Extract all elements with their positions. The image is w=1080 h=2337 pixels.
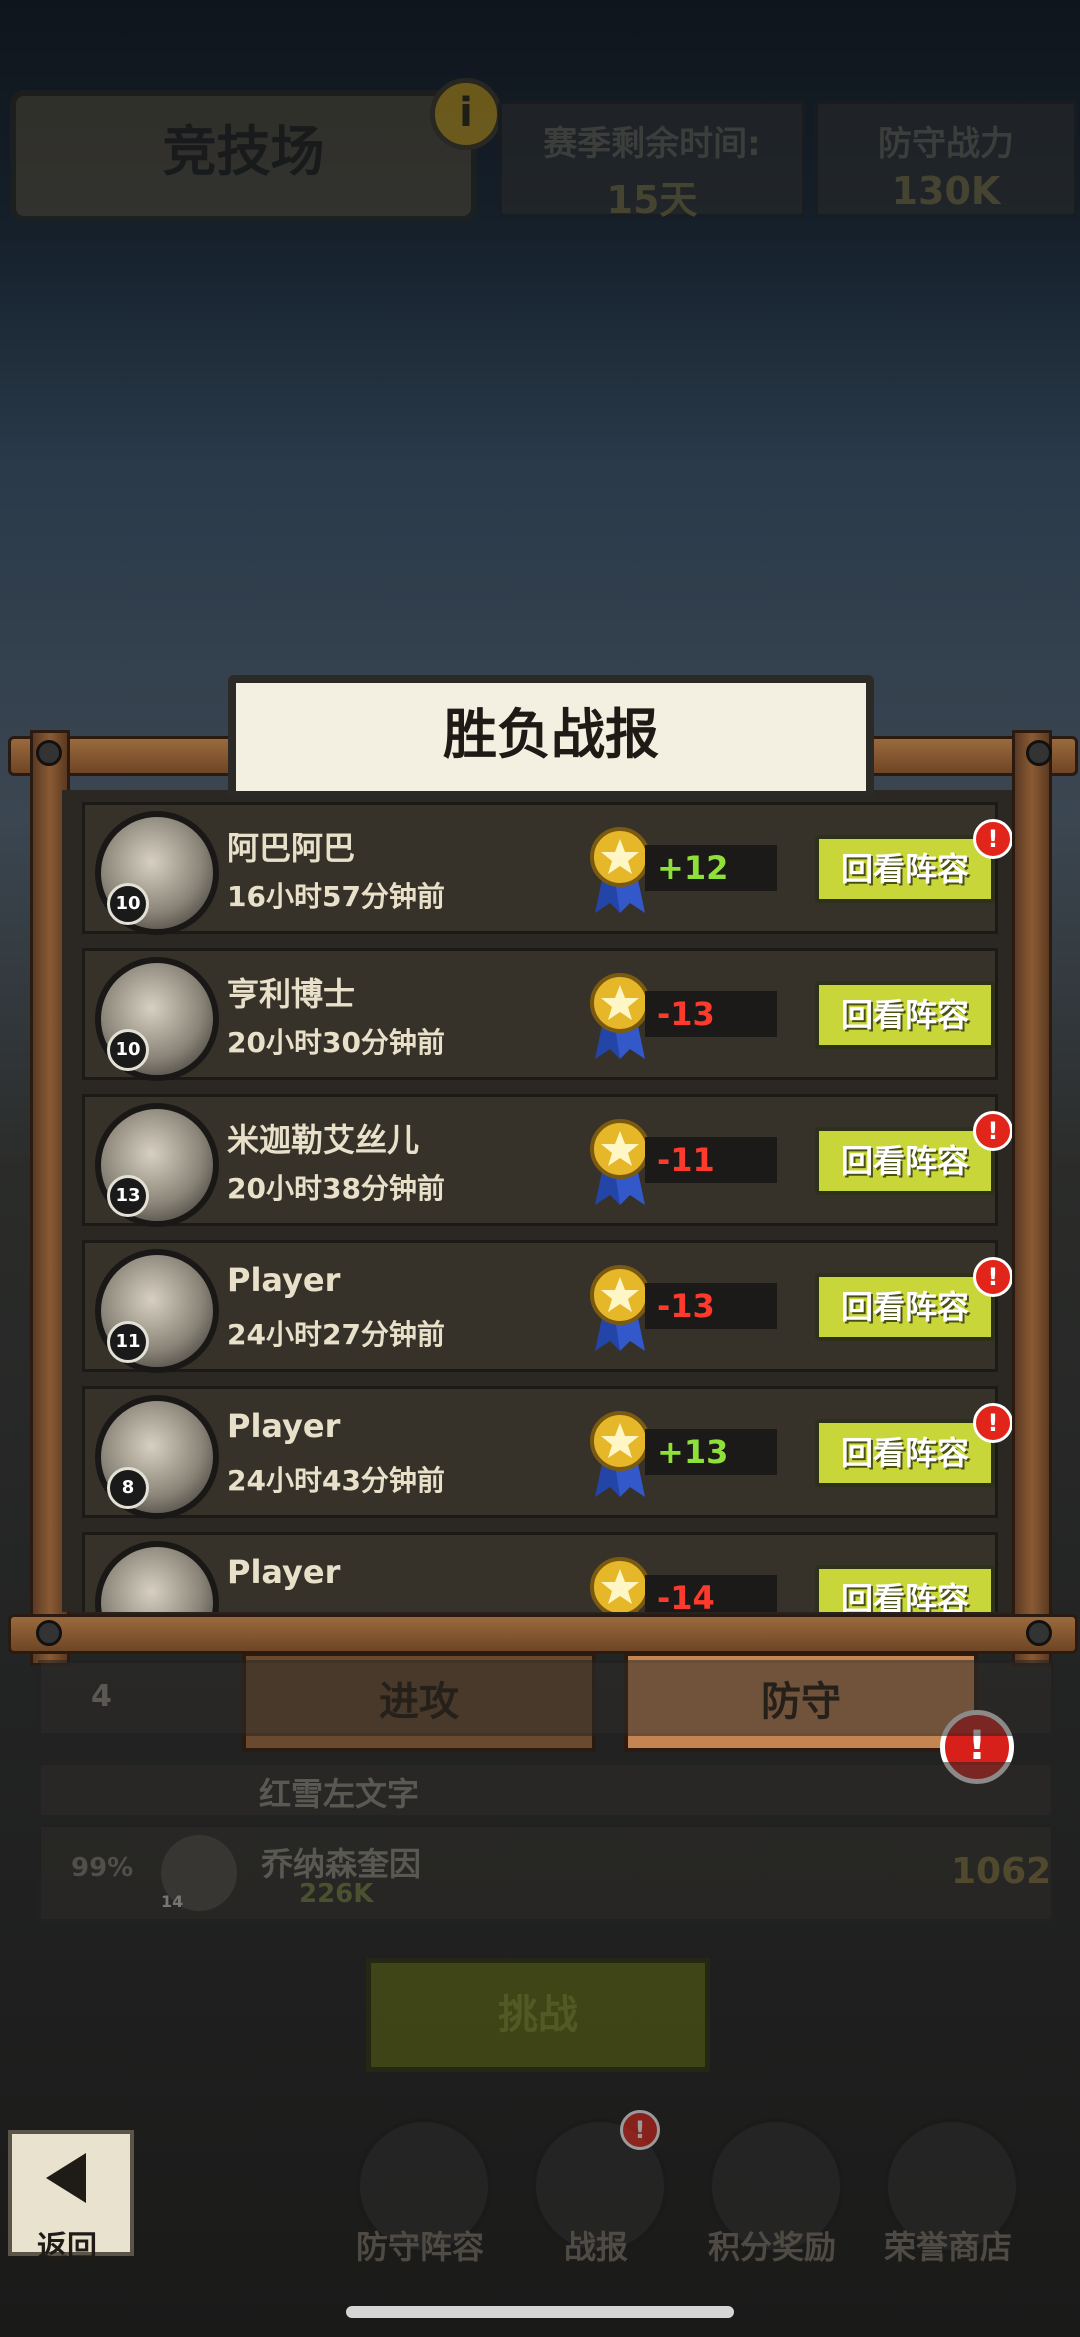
- score-change: -13: [645, 1283, 777, 1329]
- score-change: -14: [645, 1575, 777, 1612]
- review-lineup-button[interactable]: 回看阵容: [815, 981, 995, 1049]
- opponent-name: Player: [227, 1261, 341, 1299]
- report-row: 13 米迦勒艾丝儿 20小时38分钟前 -11 回看阵容 !: [82, 1094, 1012, 1227]
- opponent-avatar: 11: [95, 1249, 219, 1373]
- info-icon[interactable]: i: [430, 78, 502, 150]
- ranking-row: 99% 14 乔纳森奎因 226K 1062: [38, 1824, 1054, 1922]
- ranking-power: 226K: [299, 1879, 374, 1909]
- frame-bottom-beam: [8, 1614, 1078, 1654]
- defense-power: 防守战力 130K: [814, 100, 1078, 218]
- review-lineup-button[interactable]: 回看阵容: [815, 1565, 995, 1612]
- ranking-row: 4: [38, 1660, 1054, 1736]
- opponent-name: Player: [227, 1407, 341, 1445]
- opponent-avatar: 13: [95, 1103, 219, 1227]
- arena-title: 竞技场: [10, 90, 477, 222]
- back-label: 返回: [37, 2230, 97, 2265]
- score-change: -11: [645, 1137, 777, 1183]
- level-badge: 11: [107, 1321, 149, 1363]
- nav-label-battle-report: 战报: [563, 2228, 628, 2266]
- report-row: 8 Player 24小时43分钟前 +13 回看阵容 !: [82, 1386, 1012, 1519]
- level-badge: 10: [107, 1029, 149, 1071]
- opponent-name: Player: [227, 1553, 341, 1591]
- report-row: Player -14 回看阵容: [82, 1532, 998, 1612]
- alert-icon: !: [620, 2110, 660, 2150]
- home-indicator[interactable]: [346, 2306, 734, 2318]
- season-value: 15天: [606, 178, 698, 222]
- nav-label-points-reward: 积分奖励: [707, 2228, 836, 2266]
- opponent-name: 阿巴阿巴: [227, 829, 356, 867]
- level-badge: 10: [107, 883, 149, 925]
- nail-icon: [1026, 740, 1052, 766]
- ranking-name: 红雪左文字: [259, 1775, 420, 1813]
- score-change: +12: [645, 845, 777, 891]
- frame-right-post: [1012, 730, 1052, 1666]
- review-lineup-button[interactable]: 回看阵容: [815, 835, 995, 903]
- opponent-avatar: 8: [95, 1395, 219, 1519]
- score-change: +13: [645, 1429, 777, 1475]
- opponent-avatar: [95, 1541, 219, 1612]
- nail-icon: [1026, 1620, 1052, 1646]
- dialog-title: 胜负战报: [228, 675, 874, 799]
- nail-icon: [36, 1620, 62, 1646]
- score-change: -13: [645, 991, 777, 1037]
- nav-label-defense-lineup: 防守阵容: [355, 2228, 484, 2266]
- report-time: 20小时38分钟前: [227, 1172, 445, 1205]
- opponent-avatar: 10: [95, 957, 219, 1081]
- alert-icon: !: [973, 819, 1012, 859]
- nail-icon: [36, 740, 62, 766]
- rank-percent: 99%: [71, 1853, 134, 1883]
- rank-value: 4: [91, 1679, 112, 1714]
- report-row: 10 亨利博士 20小时30分钟前 -13 回看阵容: [82, 948, 998, 1081]
- opponent-avatar: 10: [95, 811, 219, 935]
- header: 竞技场 i 赛季剩余时间: 15天 防守战力 130K: [0, 0, 1080, 240]
- level-badge: 14: [161, 1892, 184, 1911]
- back-arrow-icon: [46, 2153, 86, 2203]
- review-lineup-button[interactable]: 回看阵容: [815, 1273, 995, 1341]
- level-badge: 13: [107, 1175, 149, 1217]
- season-label: 赛季剩余时间:: [543, 124, 761, 164]
- review-lineup-button[interactable]: 回看阵容: [815, 1127, 995, 1195]
- alert-icon: !: [973, 1111, 1012, 1151]
- defense-label: 防守战力: [878, 124, 1014, 164]
- report-time: 24小时27分钟前: [227, 1318, 445, 1351]
- review-lineup-button[interactable]: 回看阵容: [815, 1419, 995, 1487]
- ranking-avatar: 14: [161, 1835, 237, 1911]
- battle-report-list[interactable]: 10 阿巴阿巴 16小时57分钟前 +12 回看阵容 ! 10 亨利博士 20小…: [62, 790, 1012, 1612]
- challenge-button[interactable]: 挑战: [366, 1958, 710, 2072]
- level-badge: 8: [107, 1467, 149, 1509]
- alert-icon: !: [973, 1403, 1012, 1443]
- report-row: 11 Player 24小时27分钟前 -13 回看阵容 !: [82, 1240, 1012, 1373]
- season-timer: 赛季剩余时间: 15天: [498, 100, 806, 222]
- defense-value: 130K: [891, 169, 1001, 213]
- report-time: 20小时30分钟前: [227, 1026, 445, 1059]
- nav-label-honor-shop: 荣誉商店: [883, 2228, 1012, 2266]
- ranking-row: 红雪左文字: [38, 1762, 1054, 1818]
- report-time: 24小时43分钟前: [227, 1464, 445, 1497]
- report-row: 10 阿巴阿巴 16小时57分钟前 +12 回看阵容 !: [82, 802, 1012, 935]
- report-time: 16小时57分钟前: [227, 880, 445, 913]
- alert-icon: !: [973, 1257, 1012, 1297]
- ranking-score: 1062: [951, 1851, 1052, 1892]
- opponent-name: 亨利博士: [227, 975, 356, 1013]
- opponent-name: 米迦勒艾丝儿: [227, 1121, 420, 1159]
